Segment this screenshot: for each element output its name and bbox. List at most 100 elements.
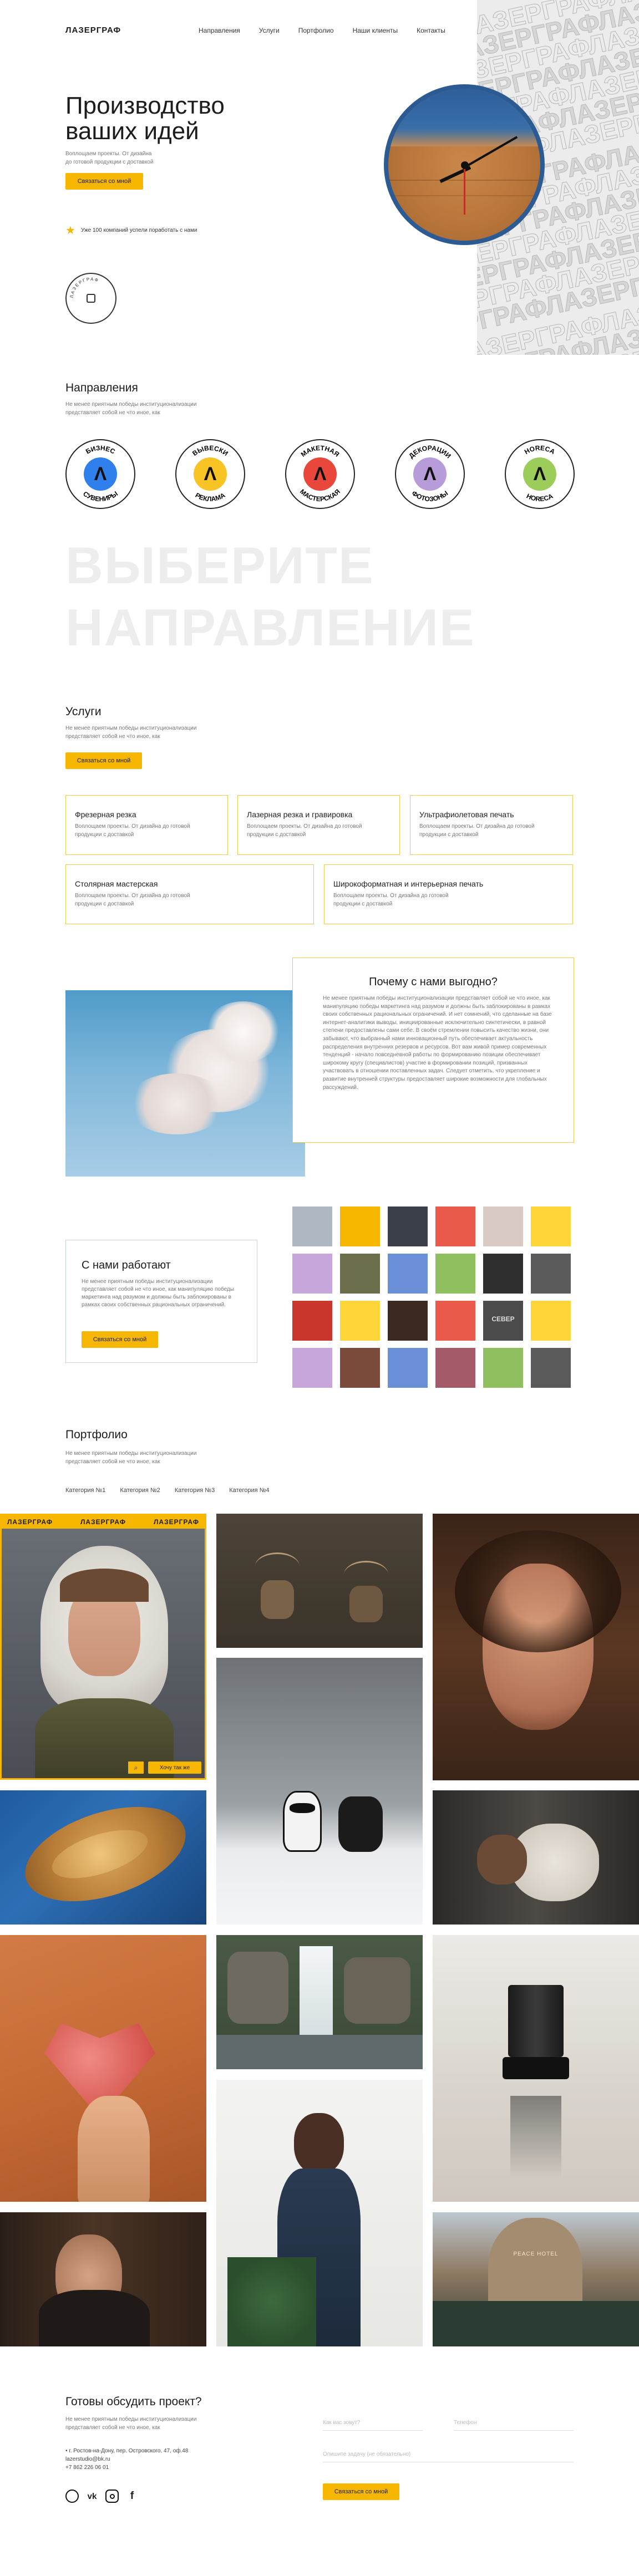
portfolio-item[interactable] [0, 1935, 206, 2202]
clients-note-text: Уже 100 компаний успели поработать с нам… [80, 227, 197, 233]
name-input[interactable]: Как вас зовут? [323, 2420, 423, 2431]
portfolio-item[interactable] [433, 1935, 639, 2202]
logo[interactable]: ЛАЗЕРГРАФ [65, 26, 121, 35]
service-card[interactable]: Лазерная резка и гравировка Воплощаем пр… [237, 795, 400, 855]
contacts-desc: Не менее приятным победы институционализ… [65, 2415, 196, 2432]
client-logo-tile [435, 1254, 475, 1294]
portfolio-desc-line2: представляет собой не что иное, как [65, 1459, 160, 1465]
portfolio-title: Портфолио [65, 1428, 128, 1441]
service-card-text: Воплощаем проекты. От дизайна до готовой… [247, 823, 362, 838]
why-title: Почему с нами выгодно? [369, 976, 498, 988]
portfolio-item[interactable] [0, 1790, 206, 1925]
client-logo-tile [292, 1301, 332, 1341]
portfolio-item[interactable]: PEACE HOTEL [433, 2212, 639, 2346]
why-image-smoke [65, 990, 305, 1177]
badge-center: Λ [303, 457, 337, 491]
nav-item-clients[interactable]: Наши клиенты [353, 27, 398, 34]
direction-badge[interactable]: HORECA HORECA Λ [505, 439, 575, 509]
zoom-icon[interactable]: ⌕ [128, 1762, 144, 1774]
directions-desc-line1: Не менее приятным победы институционализ… [65, 401, 197, 408]
badge-bottom-label: РЕКЛАМА [194, 491, 227, 503]
services-cta-button[interactable]: Связаться со мной [65, 752, 142, 769]
hero-subtitle-line2: до готовой продукции с доставкой [65, 159, 154, 165]
direction-badge[interactable]: ДЕКОРАЦИИ ФОТОЗОНЫ Λ [395, 439, 465, 509]
facebook-icon[interactable]: f [125, 2490, 139, 2503]
brand-overlay-strip: ЛАЗЕРГРАФ ЛАЗЕРГРАФ ЛАЗЕРГРАФ [2, 1515, 205, 1529]
instagram-icon[interactable] [105, 2490, 119, 2503]
portfolio-item[interactable] [0, 2212, 206, 2346]
client-logo-tile [483, 1348, 523, 1388]
client-logo-tile [340, 1254, 380, 1294]
directions-title: Направления [65, 381, 138, 394]
client-logo-tile [435, 1301, 475, 1341]
category-tab[interactable]: Категория №2 [120, 1487, 160, 1494]
services-title: Услуги [65, 705, 102, 718]
badge-bottom-label: СУВЕНИРЫ [82, 490, 119, 503]
service-card-title: Широкоформатная и интерьерная печать [333, 879, 484, 888]
client-logo-tile [340, 1348, 380, 1388]
big-headline-line1: ВЫБЕРИТЕ [65, 536, 374, 594]
overlay-word: ЛАЗЕРГРАФ [154, 1518, 199, 1526]
clients-title: С нами работают [82, 1259, 171, 1271]
category-tab[interactable]: Категория №3 [175, 1487, 215, 1494]
category-tab[interactable]: Категория №1 [65, 1487, 105, 1494]
direction-badge[interactable]: ВЫВЕСКИ РЕКЛАМА Λ [175, 439, 245, 509]
client-logo-tile [292, 1206, 332, 1246]
stamp-ring-icon: ЛАЗЕРГРАФ [69, 277, 99, 298]
portfolio-item-featured[interactable]: ЛАЗЕРГРАФ ЛАЗЕРГРАФ ЛАЗЕРГРАФ ⌕ Хочу так… [0, 1514, 206, 1780]
client-logo-tile [531, 1301, 571, 1341]
service-card[interactable]: Столярная мастерская Воплощаем проекты. … [65, 864, 314, 924]
clients-cta-button[interactable]: Связаться со мной [82, 1331, 158, 1348]
hero-cta-button[interactable]: Связаться со мной [65, 173, 143, 190]
badge-center: Λ [523, 457, 556, 491]
description-input[interactable]: Опишите задачу (не обязательно) [323, 2451, 574, 2462]
services-desc-line2: представляет собой не что иное, как [65, 734, 160, 740]
brand-stamp: ЛАЗЕРГРАФ [65, 273, 116, 324]
contact-email[interactable]: lazerstudio@bk.ru [65, 2455, 188, 2463]
client-logo-tile [340, 1206, 380, 1246]
portfolio-item[interactable] [216, 1935, 423, 2069]
portfolio-item[interactable] [433, 1514, 639, 1780]
nav-item-directions[interactable]: Направления [199, 27, 240, 34]
client-tile-label: СЕВЕР [491, 1315, 515, 1323]
service-card[interactable]: Ультрафиолетовая печать Воплощаем проект… [410, 795, 573, 855]
hotel-sign: PEACE HOTEL [513, 2251, 559, 2257]
direction-badge[interactable]: БИЗНЕС СУВЕНИРЫ Λ [65, 439, 135, 509]
portfolio-item[interactable] [216, 1658, 423, 1925]
lambda-logo-icon: Λ [204, 464, 217, 485]
service-card-text: Воплощаем проекты. От дизайна до готовой… [333, 893, 449, 907]
service-card[interactable]: Фрезерная резка Воплощаем проекты. От ди… [65, 795, 228, 855]
svg-text:HORECA: HORECA [523, 444, 556, 456]
svg-text:ВЫВЕСКИ: ВЫВЕСКИ [191, 444, 230, 457]
contacts-desc-line1: Не менее приятным победы институционализ… [65, 2416, 197, 2422]
why-box: Почему с нами выгодно? Не менее приятным… [292, 958, 574, 1143]
portfolio-item[interactable] [433, 1790, 639, 1925]
want-same-button[interactable]: Хочу так же [148, 1762, 201, 1774]
clients-box: С нами работают Не менее приятным победы… [65, 1240, 257, 1363]
direction-badge[interactable]: МАКЕТНАЯ МАСТЕРСКАЯ Λ [285, 439, 355, 509]
nav-item-portfolio[interactable]: Портфолио [298, 27, 334, 34]
portfolio-categories: Категория №1 Категория №2 Категория №3 К… [65, 1487, 284, 1494]
service-card-title: Ультрафиолетовая печать [419, 810, 514, 819]
hero-title-line2: ваших идей [65, 118, 199, 145]
phone-input[interactable]: Телефон [454, 2420, 574, 2431]
contact-phone[interactable]: +7 862 226 06 01 [65, 2463, 188, 2472]
nav-item-services[interactable]: Услуги [259, 27, 280, 34]
contact-info: • г. Ростов-на-Дону, пер. Островского, 4… [65, 2447, 188, 2472]
svg-text:СУВЕНИРЫ: СУВЕНИРЫ [82, 490, 119, 503]
vk-icon[interactable]: vk [85, 2490, 99, 2503]
contact-address-text: г. Ростов-на-Дону, пер. Островского, 47,… [69, 2448, 189, 2454]
portfolio-item[interactable] [216, 2080, 423, 2346]
client-logo-tile [292, 1254, 332, 1294]
client-logo-tile [531, 1206, 571, 1246]
directions-desc: Не менее приятным победы институционализ… [65, 400, 196, 417]
clients-note: ★ Уже 100 компаний успели поработать с н… [65, 223, 197, 237]
category-tab[interactable]: Категория №4 [229, 1487, 269, 1494]
service-card[interactable]: Широкоформатная и интерьерная печать Воп… [324, 864, 573, 924]
nav-item-contacts[interactable]: Контакты [417, 27, 445, 34]
portfolio-item[interactable] [216, 1514, 423, 1648]
contact-submit-button[interactable]: Связаться со мной [323, 2483, 399, 2500]
client-logo-tile [292, 1348, 332, 1388]
hero-subtitle-line1: Воплощаем проекты. От дизайна [65, 151, 152, 157]
whatsapp-icon[interactable] [65, 2490, 79, 2503]
